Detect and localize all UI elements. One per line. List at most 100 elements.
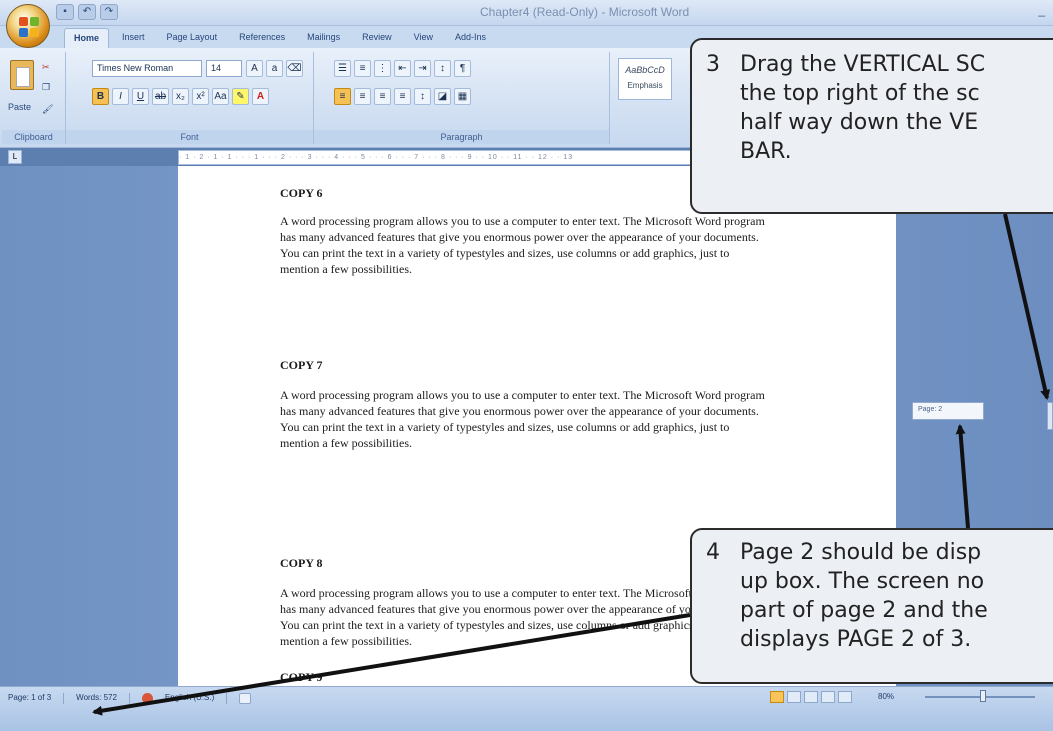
align-right-icon[interactable]: ≡ (374, 88, 391, 105)
web-layout-icon[interactable] (804, 691, 818, 703)
clear-formatting-icon[interactable]: ⌫ (286, 60, 303, 77)
callout-text: Drag the VERTICAL SC (740, 52, 986, 77)
page-count-status[interactable]: Page: 1 of 3 (8, 693, 51, 704)
callout-line: 4 Page 2 should be disp (692, 538, 1053, 567)
callout-text: displays PAGE 2 of 3. (740, 627, 972, 652)
subscript-icon[interactable]: x₂ (172, 88, 189, 105)
language-status[interactable]: English (U.S.) (165, 693, 214, 704)
horizontal-ruler[interactable]: · 1 · 2 · 1 · 1 · · · 1 · · · 2 · · · 3 … (178, 150, 698, 165)
office-button[interactable] (6, 4, 50, 48)
paragraph-group-label: Paragraph (314, 130, 609, 144)
tab-page-layout[interactable]: Page Layout (158, 28, 227, 48)
increase-indent-icon[interactable]: ⇥ (414, 60, 431, 77)
zoom-slider-thumb[interactable] (980, 690, 986, 702)
tab-mailings[interactable]: Mailings (298, 28, 349, 48)
undo-icon[interactable]: ↶ (78, 4, 96, 20)
font-group-label: Font (66, 130, 313, 144)
callout-line: half way down the VE (692, 108, 1053, 137)
paste-button-label[interactable]: Paste (8, 102, 31, 112)
print-layout-icon[interactable] (770, 691, 784, 703)
font-size-buttons: A a ⌫ (246, 60, 303, 77)
tab-add-ins[interactable]: Add-Ins (446, 28, 495, 48)
status-bar: Page: 1 of 3 Words: 572 English (U.S.) 8… (0, 686, 1053, 731)
draft-view-icon[interactable] (838, 691, 852, 703)
bold-icon[interactable]: B (92, 88, 109, 105)
callout-text: up box. The screen no (740, 569, 985, 594)
ruler-tab-selector[interactable]: L (8, 150, 22, 164)
paste-icon[interactable] (10, 60, 34, 90)
view-buttons (770, 691, 852, 703)
clipboard-group: Paste ✂ ❐ 🖌 Clipboard (2, 52, 66, 144)
quick-access-toolbar: ▪ ↶ ↷ (56, 4, 118, 20)
tab-view[interactable]: View (405, 28, 442, 48)
style-emphasis[interactable]: AaBbCcD Emphasis (618, 58, 672, 100)
style-name-label: Emphasis (627, 81, 663, 90)
strikethrough-icon[interactable]: ab (152, 88, 169, 105)
format-painter-icon[interactable]: 🖌 (42, 104, 53, 115)
tab-home[interactable]: Home (64, 28, 110, 48)
grow-font-icon[interactable]: A (246, 60, 263, 77)
zoom-level[interactable]: 80% (878, 692, 894, 701)
status-separator (226, 693, 228, 704)
sort-icon[interactable]: ↕ (434, 60, 451, 77)
callout-line: the top right of the sc (692, 79, 1053, 108)
callout-line: part of page 2 and the (692, 596, 1053, 625)
callout-text: BAR. (740, 139, 792, 164)
callout-line: up box. The screen no (692, 567, 1053, 596)
word-count-status[interactable]: Words: 572 (76, 693, 117, 704)
borders-icon[interactable]: ▦ (454, 88, 471, 105)
shrink-font-icon[interactable]: a (266, 60, 283, 77)
bullets-icon[interactable]: ☰ (334, 60, 351, 77)
italic-icon[interactable]: I (112, 88, 129, 105)
font-color-icon[interactable]: A (252, 88, 269, 105)
font-name-combo[interactable]: Times New Roman (92, 60, 202, 77)
align-center-icon[interactable]: ≡ (354, 88, 371, 105)
copy-section: COPY 7 A word processing program allows … (280, 358, 770, 451)
proofing-icon[interactable] (141, 693, 153, 704)
callout-line: BAR. (692, 137, 1053, 166)
callout-line: displays PAGE 2 of 3. (692, 625, 1053, 654)
window-title: Chapter4 (Read-Only) - Microsoft Word (480, 5, 690, 19)
multilevel-list-icon[interactable]: ⋮ (374, 60, 391, 77)
superscript-icon[interactable]: x² (192, 88, 209, 105)
callout-text: half way down the VE (740, 110, 979, 135)
line-spacing-icon[interactable]: ↕ (414, 88, 431, 105)
font-size-combo[interactable]: 14 (206, 60, 242, 77)
status-items: Page: 1 of 3 Words: 572 English (U.S.) (8, 693, 252, 704)
copy-icon[interactable]: ❐ (42, 82, 50, 93)
justify-icon[interactable]: ≡ (394, 88, 411, 105)
macro-record-icon[interactable] (239, 693, 252, 704)
tab-insert[interactable]: Insert (113, 28, 154, 48)
paragraph-group: ☰ ≡ ⋮ ⇤ ⇥ ↕ ¶ ≡ ≡ ≡ ≡ ↕ ◪ ▦ Paragraph (314, 52, 610, 144)
list-buttons: ☰ ≡ ⋮ ⇤ ⇥ ↕ ¶ (334, 60, 471, 77)
save-icon[interactable]: ▪ (56, 4, 74, 20)
redo-icon[interactable]: ↷ (100, 4, 118, 20)
scroll-box[interactable] (1047, 402, 1053, 430)
numbering-icon[interactable]: ≡ (354, 60, 371, 77)
cut-icon[interactable]: ✂ (42, 62, 50, 73)
style-sample-text: AaBbCcD (625, 65, 665, 75)
section-body: A word processing program allows you to … (280, 388, 765, 450)
decrease-indent-icon[interactable]: ⇤ (394, 60, 411, 77)
callout-text: part of page 2 and the (740, 598, 988, 623)
section-body: A word processing program allows you to … (280, 214, 765, 276)
full-screen-reading-icon[interactable] (787, 691, 801, 703)
highlight-icon[interactable]: ✎ (232, 88, 249, 105)
tab-references[interactable]: References (230, 28, 294, 48)
font-format-buttons: B I U ab x₂ x² Aa ✎ A (92, 88, 269, 105)
tab-review[interactable]: Review (353, 28, 401, 48)
outline-view-icon[interactable] (821, 691, 835, 703)
shading-icon[interactable]: ◪ (434, 88, 451, 105)
clipboard-group-label: Clipboard (2, 130, 65, 144)
change-case-icon[interactable]: Aa (212, 88, 229, 105)
office-logo-icon (19, 17, 39, 37)
minimize-icon[interactable]: _ (1038, 3, 1045, 17)
scroll-page-tooltip: Page: 2 (912, 402, 984, 420)
show-marks-icon[interactable]: ¶ (454, 60, 471, 77)
font-group: Times New Roman 14 A a ⌫ B I U ab x₂ x² … (66, 52, 314, 144)
align-left-icon[interactable]: ≡ (334, 88, 351, 105)
underline-icon[interactable]: U (132, 88, 149, 105)
title-bar: ▪ ↶ ↷ Chapter4 (Read-Only) - Microsoft W… (0, 0, 1053, 26)
styles-group: AaBbCcD Emphasis (610, 52, 690, 144)
callout-number: 4 (706, 540, 720, 565)
